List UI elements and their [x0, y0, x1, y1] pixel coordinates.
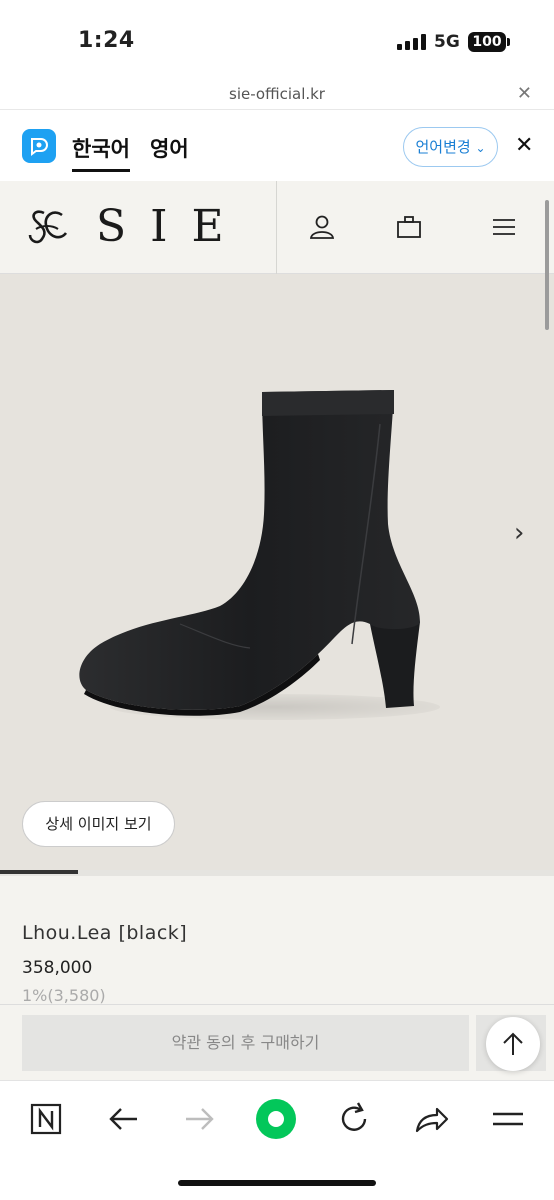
buy-bar: 약관 동의 후 구매하기 [0, 1004, 554, 1080]
scroll-to-top-button[interactable] [486, 1017, 540, 1071]
view-detail-images-button[interactable]: 상세 이미지 보기 [22, 801, 175, 847]
brand-wordmark[interactable]: SIE [96, 201, 248, 252]
user-icon[interactable] [308, 213, 336, 241]
ankle-boot-image [79, 390, 420, 716]
bag-icon[interactable] [395, 213, 423, 241]
status-bar: 1:24 5G 100 [0, 0, 554, 80]
arrow-up-icon [503, 1032, 523, 1055]
product-price: 358,000 [22, 958, 93, 978]
menu-lines-icon[interactable] [488, 1099, 528, 1139]
url-text[interactable]: sie-official.kr [0, 85, 554, 103]
product-info: Lhou.Lea [black] 358,000 1%(3,580) [0, 876, 554, 1005]
change-language-button[interactable]: 언어변경 ⌄ [403, 127, 498, 167]
tab-english[interactable]: 영어 [150, 133, 189, 163]
chevron-down-icon: ⌄ [475, 141, 486, 155]
forward-arrow-icon[interactable] [180, 1099, 220, 1139]
site-header: SIE [0, 181, 554, 274]
close-icon[interactable]: ✕ [517, 83, 532, 104]
signal-icon [397, 34, 427, 50]
next-image-icon[interactable]: › [514, 518, 524, 548]
back-arrow-icon[interactable] [103, 1099, 143, 1139]
share-icon[interactable] [411, 1099, 451, 1139]
brand-logo-icon[interactable] [26, 207, 70, 247]
url-bar[interactable]: sie-official.kr ✕ [0, 80, 554, 110]
change-language-label: 언어변경 [415, 138, 471, 156]
refresh-icon[interactable] [334, 1099, 374, 1139]
header-divider [276, 181, 277, 274]
battery-tip [507, 38, 510, 46]
home-indicator[interactable] [178, 1180, 376, 1186]
product-image-carousel[interactable]: › 상세 이미지 보기 [0, 274, 554, 870]
papago-icon[interactable] [22, 129, 56, 163]
green-dot-icon[interactable] [256, 1099, 296, 1139]
product-point: 1%(3,580) [22, 986, 106, 1005]
battery-icon: 100 [468, 32, 506, 52]
close-translate-icon[interactable]: ✕ [515, 133, 533, 158]
menu-icon[interactable] [490, 213, 518, 241]
network-label: 5G [434, 32, 460, 52]
page-scrollbar[interactable] [545, 200, 549, 330]
image-progress-fill [0, 870, 78, 874]
product-name: Lhou.Lea [black] [22, 922, 188, 944]
tab-korean[interactable]: 한국어 [72, 133, 130, 172]
translate-bar: 한국어 영어 언어변경 ⌄ ✕ [0, 111, 554, 181]
status-time: 1:24 [78, 28, 135, 53]
naver-icon[interactable] [26, 1099, 66, 1139]
buy-button[interactable]: 약관 동의 후 구매하기 [22, 1015, 469, 1071]
